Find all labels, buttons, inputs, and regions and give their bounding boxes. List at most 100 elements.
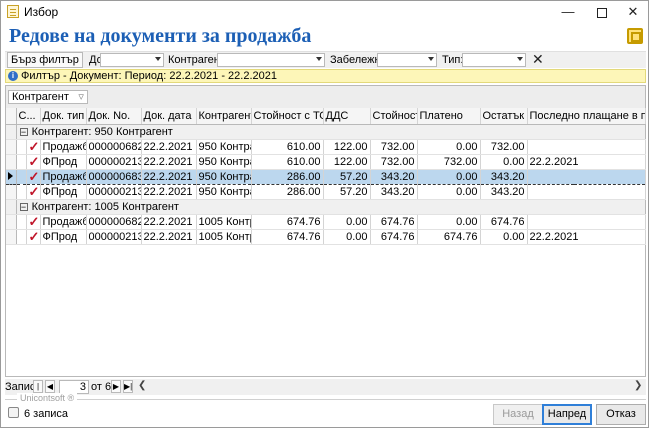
record-number-input[interactable]: 3 bbox=[59, 380, 89, 394]
scroll-left-arrow[interactable]: ❮ bbox=[138, 380, 146, 391]
minimize-button[interactable]: — bbox=[551, 1, 585, 23]
next-button[interactable]: Напред bbox=[542, 404, 592, 425]
filter-bar: Бърз филтър Док. No. Контрагент: Забележ… bbox=[5, 51, 646, 68]
page-title: Редове на документи за продажба bbox=[9, 25, 312, 47]
cell-total: 732.00 bbox=[370, 139, 418, 155]
cell-doc-no: 0000002137 bbox=[86, 184, 142, 200]
cell-value: 674.76 bbox=[251, 229, 324, 245]
status-text: 6 записа bbox=[24, 408, 69, 420]
contractor-combo[interactable] bbox=[217, 53, 325, 67]
back-button[interactable]: Назад bbox=[493, 404, 543, 425]
divider bbox=[5, 399, 646, 400]
cell-total: 343.20 bbox=[370, 168, 418, 185]
cell-contractor: 950 Контрагент bbox=[196, 154, 252, 170]
app-icon bbox=[7, 5, 19, 18]
cell-total: 674.76 bbox=[370, 229, 418, 245]
table-row[interactable]: ✓ ФПрод 0000002136 22.2.2021 950 Контраг… bbox=[6, 154, 646, 170]
column-header-paid[interactable]: Платено bbox=[417, 108, 481, 125]
table-row[interactable]: ✓ ФПрод 0000002135 22.2.2021 1005 Контра… bbox=[6, 229, 646, 245]
next-record-button[interactable]: ▶ bbox=[111, 380, 121, 393]
cell-doc-no: 0000006829 bbox=[86, 139, 142, 155]
cell-value: 286.00 bbox=[251, 168, 324, 185]
column-header-last-payment[interactable]: Последно плащане в пе bbox=[527, 108, 646, 125]
maximize-button[interactable] bbox=[585, 1, 619, 23]
cell-total: 732.00 bbox=[370, 154, 418, 170]
column-header-rest[interactable]: Остатък bbox=[480, 108, 528, 125]
cell-contractor: 950 Контрагент bbox=[196, 168, 252, 185]
column-header-doc-date[interactable]: Док. дата bbox=[141, 108, 197, 125]
note-combo[interactable] bbox=[377, 53, 437, 67]
cell-last-payment: 22.2.2021 bbox=[527, 154, 646, 170]
column-header-vat[interactable]: ДДС bbox=[323, 108, 371, 125]
cell-vat: 122.00 bbox=[323, 154, 371, 170]
cancel-button[interactable]: Отказ bbox=[596, 404, 646, 425]
table-row[interactable]: ✓ Продажба 0000006828 22.2.2021 1005 Кон… bbox=[6, 214, 646, 230]
chevron-down-icon bbox=[316, 57, 322, 61]
group-label: Контрагент: 950 Контрагент bbox=[31, 125, 173, 138]
layout-icon[interactable] bbox=[627, 28, 643, 44]
data-grid: Контрагент ▿ С... Док. тип Док. No. Док.… bbox=[5, 85, 646, 377]
cell-doc-date: 22.2.2021 bbox=[141, 154, 197, 170]
table-header-row: С... Док. тип Док. No. Док. дата Контраг… bbox=[6, 108, 646, 125]
cell-contractor: 950 Контрагент bbox=[196, 184, 252, 200]
selection-window: Избор — ✕ Редове на документи за продажб… bbox=[0, 0, 649, 428]
record-navigator: Запис: |◀ ◀ 3 от 6 ▶ ▶| ❮ ❯ bbox=[5, 379, 646, 402]
table-row-selected[interactable]: ✓ Продажба 0000006830 22.2.2021 950 Конт… bbox=[6, 168, 646, 185]
cell-last-payment: 22.2.2021 bbox=[527, 229, 646, 245]
checkmark-icon: ✓ bbox=[28, 184, 40, 199]
cell-paid: 674.76 bbox=[417, 229, 481, 245]
scroll-right-arrow[interactable]: ❯ bbox=[634, 380, 642, 391]
clear-filter-icon[interactable]: ✕ bbox=[532, 52, 544, 67]
table-row[interactable]: ✓ Продажба 0000006829 22.2.2021 950 Конт… bbox=[6, 139, 646, 155]
cell-rest: 0.00 bbox=[480, 154, 528, 170]
collapse-icon[interactable]: − bbox=[19, 202, 28, 211]
column-header-doc-no[interactable]: Док. No. bbox=[86, 108, 142, 125]
column-header-contractor[interactable]: Контрагент ▿ bbox=[196, 108, 252, 125]
current-row-icon bbox=[8, 171, 13, 180]
column-header-doc-type[interactable]: Док. тип bbox=[40, 108, 87, 125]
cell-rest: 732.00 bbox=[480, 139, 528, 155]
column-header-status[interactable]: С... bbox=[16, 108, 41, 125]
cell-value: 610.00 bbox=[251, 154, 324, 170]
prev-record-button[interactable]: ◀ bbox=[45, 380, 55, 393]
documents-table: С... Док. тип Док. No. Док. дата Контраг… bbox=[6, 108, 646, 245]
cell-rest: 343.20 bbox=[480, 168, 528, 185]
checkmark-icon: ✓ bbox=[28, 139, 40, 154]
cell-doc-date: 22.2.2021 bbox=[141, 229, 197, 245]
column-header-total[interactable]: Стойност с ДДС bbox=[370, 108, 418, 125]
table-row[interactable]: ✓ ФПрод 0000002137 22.2.2021 950 Контраг… bbox=[6, 184, 646, 200]
last-record-button[interactable]: ▶| bbox=[123, 380, 133, 393]
quick-filter-button[interactable]: Бърз филтър bbox=[7, 52, 83, 68]
cell-doc-no: 0000002136 bbox=[86, 154, 142, 170]
group-by-panel: Контрагент ▿ bbox=[6, 86, 645, 108]
group-chip-label: Контрагент bbox=[12, 91, 69, 103]
type-combo[interactable] bbox=[462, 53, 526, 67]
filter-icon[interactable]: ▿ bbox=[78, 91, 84, 103]
cell-doc-date: 22.2.2021 bbox=[141, 184, 197, 200]
cell-last-payment bbox=[527, 214, 646, 230]
close-button[interactable]: ✕ bbox=[616, 1, 649, 23]
cell-total: 343.20 bbox=[370, 184, 418, 200]
checkmark-icon: ✓ bbox=[28, 154, 40, 169]
checkmark-icon: ✓ bbox=[28, 229, 40, 244]
cell-doc-type: ФПрод bbox=[40, 154, 87, 170]
doc-no-combo[interactable] bbox=[100, 53, 164, 67]
group-row[interactable]: − Контрагент: 1005 Контрагент bbox=[6, 199, 645, 215]
cell-doc-date: 22.2.2021 bbox=[141, 214, 197, 230]
records-icon bbox=[8, 407, 19, 418]
cell-vat: 57.20 bbox=[323, 184, 371, 200]
group-chip-contractor[interactable]: Контрагент ▿ bbox=[8, 90, 88, 104]
cell-last-payment bbox=[527, 168, 646, 185]
cell-doc-date: 22.2.2021 bbox=[141, 139, 197, 155]
cell-last-payment bbox=[527, 139, 646, 155]
chevron-down-icon bbox=[517, 57, 523, 61]
column-header-contractor-label: Контрагент bbox=[198, 109, 251, 122]
cell-paid: 0.00 bbox=[417, 168, 481, 185]
group-row[interactable]: − Контрагент: 950 Контрагент bbox=[6, 124, 645, 140]
collapse-icon[interactable]: − bbox=[19, 127, 28, 136]
title-bar[interactable]: Избор — ✕ bbox=[1, 1, 648, 23]
first-record-button[interactable]: |◀ bbox=[33, 380, 43, 402]
cell-last-payment bbox=[527, 184, 646, 200]
cell-value: 286.00 bbox=[251, 184, 324, 200]
column-header-value[interactable]: Стойност с ТО bbox=[251, 108, 324, 125]
